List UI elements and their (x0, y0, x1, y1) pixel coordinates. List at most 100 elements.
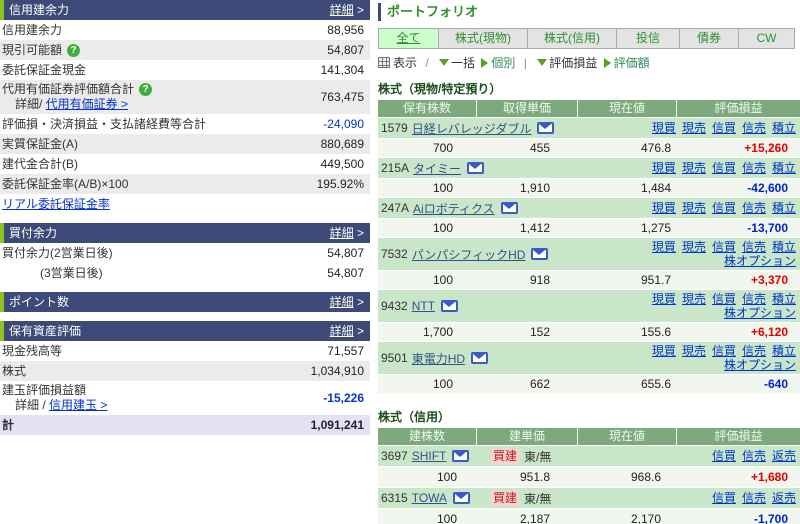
detail-link[interactable]: 詳細 > (330, 292, 364, 312)
action-link-積立[interactable]: 積立 (772, 121, 796, 135)
stock-name-link[interactable]: 東電力HD (412, 350, 465, 367)
action-link-現買[interactable]: 現買 (652, 240, 676, 254)
real-margin-ratio-link[interactable]: リアル委託保証金率 (2, 197, 110, 211)
action-link-信売[interactable]: 信売 (742, 240, 766, 254)
stock-option-link[interactable]: 株オプション (724, 358, 796, 372)
tab-全て[interactable]: 全て (378, 28, 439, 49)
pl-cell: +3,370 (677, 271, 800, 289)
tab-CW[interactable]: CW (738, 28, 795, 49)
stock-name-link[interactable]: 日経レバレッジダブル (412, 120, 532, 137)
action-link-信売[interactable]: 信売 (742, 491, 766, 505)
action-link-信売[interactable]: 信売 (742, 201, 766, 215)
tab-債券[interactable]: 債券 (679, 28, 739, 49)
summary-row: 評価損・決済損益・支払諸経費等合計-24,090 (0, 114, 370, 134)
help-icon[interactable]: ? (139, 83, 152, 96)
action-link-現売[interactable]: 現売 (682, 161, 706, 175)
action-link-信買[interactable]: 信買 (712, 201, 736, 215)
action-link-信買[interactable]: 信買 (712, 121, 736, 135)
action-link-信買[interactable]: 信買 (712, 240, 736, 254)
action-link-現買[interactable]: 現買 (652, 201, 676, 215)
action-link-現買[interactable]: 現買 (652, 121, 676, 135)
action-link-積立[interactable]: 積立 (772, 161, 796, 175)
action-link-現買[interactable]: 現買 (652, 292, 676, 306)
detail-link[interactable]: 詳細 > (330, 321, 364, 341)
action-links-line: 現買現売信買信売積立 (646, 240, 796, 254)
row-value: 88,956 (327, 23, 364, 37)
action-link-積立[interactable]: 積立 (772, 201, 796, 215)
action-link-現売[interactable]: 現売 (682, 344, 706, 358)
row-label: 建玉評価損益額詳細 / 信用建玉 > (2, 383, 323, 413)
detail-link[interactable]: 詳細 > (330, 0, 364, 20)
mail-alert-icon[interactable] (537, 122, 554, 134)
action-link-信買[interactable]: 信買 (712, 449, 736, 463)
mail-alert-icon[interactable] (501, 202, 518, 214)
action-link-信買[interactable]: 信買 (712, 491, 736, 505)
action-link-現買[interactable]: 現買 (652, 161, 676, 175)
summary-row: (3営業日後)54,807 (0, 263, 370, 283)
action-link-信売[interactable]: 信売 (742, 344, 766, 358)
mail-alert-icon[interactable] (471, 352, 488, 364)
column-header: 保有株数 (378, 100, 477, 117)
mail-alert-icon[interactable] (531, 248, 548, 260)
tab-投信[interactable]: 投信 (616, 28, 680, 49)
price-cell: 968.6 (578, 467, 677, 487)
action-link-返売[interactable]: 返売 (772, 449, 796, 463)
sublabel-link[interactable]: 代用有価証券 > (46, 97, 128, 111)
summary-row: 信用建余力88,956 (0, 20, 370, 40)
summary-section: 保有資産評価詳細 >現金残高等71,557株式1,034,910建玉評価損益額詳… (0, 321, 370, 435)
stock-option-link[interactable]: 株オプション (724, 254, 796, 268)
quantity-cell: 100 (378, 375, 477, 393)
price-cell: 655.6 (578, 375, 677, 393)
action-link-積立[interactable]: 積立 (772, 292, 796, 306)
stock-name-link[interactable]: NTT (412, 299, 435, 313)
stock-name-link[interactable]: タイミー (413, 160, 461, 177)
action-link-信買[interactable]: 信買 (712, 292, 736, 306)
individual-mode-link[interactable]: 個別 (491, 56, 515, 70)
action-link-現売[interactable]: 現売 (682, 292, 706, 306)
table-header-row: 保有株数取得単価現在値評価損益 (378, 100, 800, 117)
stock-name-link[interactable]: Aiロボティクス (413, 200, 495, 217)
stock-name-link[interactable]: TOWA (412, 491, 447, 505)
action-links: 信買信売返売 (706, 449, 796, 463)
action-link-現売[interactable]: 現売 (682, 121, 706, 135)
column-header: 評価損益 (677, 100, 800, 117)
action-links-line: 信買信売返売 (706, 491, 796, 505)
row-label: 計 (2, 418, 311, 433)
pl-cell: +6,120 (677, 323, 800, 341)
mail-alert-icon[interactable] (453, 492, 470, 504)
action-link-返売[interactable]: 返売 (772, 491, 796, 505)
action-link-信売[interactable]: 信売 (742, 161, 766, 175)
tab-株式(現物)[interactable]: 株式(現物) (438, 28, 528, 49)
mail-alert-icon[interactable] (452, 450, 469, 462)
action-link-現売[interactable]: 現売 (682, 201, 706, 215)
row-label-text: 買付余力(2営業日後) (2, 246, 113, 260)
action-links: 現買現売信買信売積立株オプション (646, 344, 796, 372)
action-link-信買[interactable]: 信買 (712, 344, 736, 358)
detail-link[interactable]: 詳細 > (330, 223, 364, 243)
action-link-信売[interactable]: 信売 (742, 449, 766, 463)
table-title: 株式（現物/特定預り） (378, 80, 800, 97)
value-view-link[interactable]: 評価額 (614, 56, 650, 70)
action-link-信売[interactable]: 信売 (742, 292, 766, 306)
mail-alert-icon[interactable] (441, 300, 458, 312)
action-link-積立[interactable]: 積立 (772, 240, 796, 254)
action-link-積立[interactable]: 積立 (772, 344, 796, 358)
stock-code: 215A (381, 161, 409, 175)
action-link-現買[interactable]: 現買 (652, 344, 676, 358)
action-link-信売[interactable]: 信売 (742, 121, 766, 135)
column-header: 取得単価 (477, 100, 578, 117)
stock-name-row: 247AAiロボティクス現買現売信買信売積立 (378, 197, 800, 218)
summary-row: 現金残高等71,557 (0, 341, 370, 361)
row-sublabel: 詳細/ 代用有価証券 > (2, 97, 321, 112)
stock-option-link[interactable]: 株オプション (724, 306, 796, 320)
help-icon[interactable]: ? (67, 44, 80, 57)
tab-株式(信用)[interactable]: 株式(信用) (527, 28, 617, 49)
stock-name-link[interactable]: パンパシフィックHD (412, 246, 526, 263)
action-link-信買[interactable]: 信買 (712, 161, 736, 175)
stock-name-link[interactable]: SHIFT (412, 449, 447, 463)
mail-alert-icon[interactable] (467, 162, 484, 174)
sublabel-link[interactable]: 信用建玉 > (49, 398, 107, 412)
action-link-現売[interactable]: 現売 (682, 240, 706, 254)
row-label: 委託保証金率(A/B)×100 (2, 177, 317, 192)
stock-code: 9432 (381, 299, 408, 313)
